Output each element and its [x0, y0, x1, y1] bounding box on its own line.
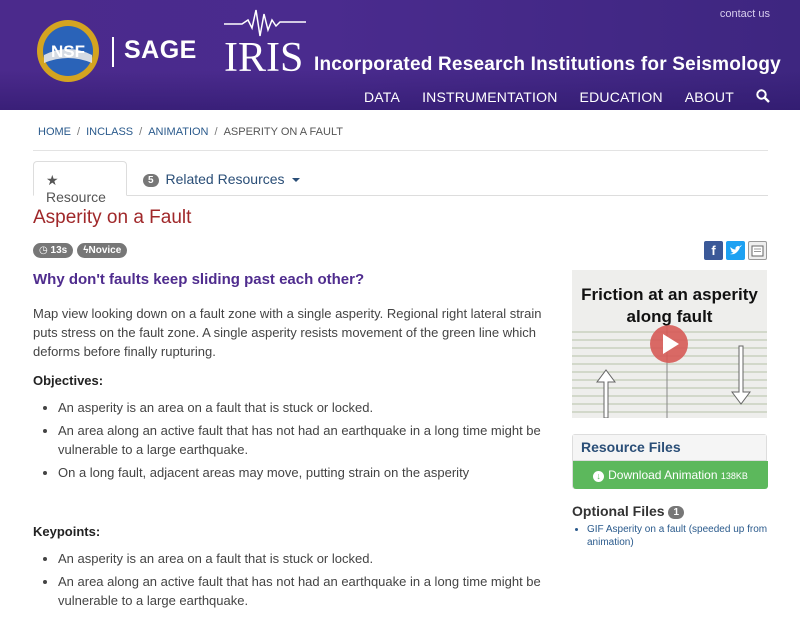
- download-label: Download Animation: [608, 468, 718, 482]
- description-text: Map view looking down on a fault zone wi…: [33, 306, 542, 359]
- optional-file-link[interactable]: GIF Asperity on a fault (speeded up from…: [587, 523, 772, 549]
- page-title: Asperity on a Fault: [33, 207, 192, 228]
- svg-text:NSF: NSF: [51, 42, 85, 61]
- resource-tabs: ★ Resource 5 Related Resources: [33, 161, 768, 205]
- keypoints-heading: Keypoints:: [33, 524, 101, 539]
- list-item: On a long fault, adjacent areas may move…: [58, 463, 553, 482]
- duration-text: 13s: [50, 245, 68, 256]
- lead-question: Why don't faults keep sliding past each …: [33, 271, 365, 288]
- tab-resource[interactable]: ★ Resource: [33, 161, 127, 205]
- search-icon[interactable]: [756, 89, 770, 103]
- site-header: NSF SAGE IRIS Incorporated Research Inst…: [0, 0, 800, 110]
- optional-count-badge: 1: [668, 506, 685, 519]
- resource-files-panel: Resource Files ↓ Download Animation 138KB: [572, 434, 768, 489]
- nav-about[interactable]: ABOUT: [685, 89, 734, 105]
- tab-related-resources[interactable]: 5 Related Resources: [131, 161, 312, 196]
- keypoints-list: An asperity is an area on a fault that i…: [58, 549, 553, 610]
- duration-badge: ◷ 13s: [33, 243, 74, 258]
- facebook-icon[interactable]: f: [704, 241, 723, 260]
- related-count-badge: 5: [143, 174, 159, 187]
- contact-link[interactable]: contact us: [720, 8, 770, 20]
- share-buttons: f: [704, 241, 767, 260]
- tab-resource-label: Resource: [46, 189, 106, 205]
- nav-education[interactable]: EDUCATION: [580, 89, 663, 105]
- iris-logo[interactable]: IRIS: [222, 8, 308, 76]
- resource-files-heading: Resource Files: [573, 435, 766, 461]
- breadcrumb-divider: [33, 150, 768, 151]
- sage-logo[interactable]: SAGE: [124, 36, 197, 65]
- download-icon: ↓: [593, 471, 605, 482]
- clock-icon: ◷: [39, 245, 51, 256]
- nav-data[interactable]: DATA: [364, 89, 400, 105]
- twitter-icon[interactable]: [726, 241, 745, 260]
- optional-files: Optional Files 1 GIF Asperity on a fault…: [572, 503, 772, 549]
- download-size: 138KB: [720, 471, 748, 481]
- objectives-list: An asperity is an area on a fault that i…: [58, 398, 553, 482]
- nsf-logo[interactable]: NSF: [36, 19, 100, 83]
- iris-wordmark: IRIS: [224, 35, 303, 76]
- list-item: An asperity is an area on a fault that i…: [58, 398, 553, 417]
- list-item: An asperity is an area on a fault that i…: [58, 549, 553, 568]
- list-item: An area along an active fault that has n…: [58, 572, 553, 610]
- download-animation-button[interactable]: ↓ Download Animation 138KB: [573, 461, 768, 489]
- logo-divider: [112, 37, 114, 67]
- objectives-heading: Objectives:: [33, 373, 104, 388]
- breadcrumb-home[interactable]: HOME: [38, 126, 71, 138]
- level-text: Novice: [88, 245, 122, 256]
- animation-thumbnail[interactable]: Friction at an asperity along fault: [572, 270, 767, 418]
- list-item: An area along an active fault that has n…: [58, 421, 553, 459]
- breadcrumb: HOME / INCLASS / ANIMATION / ASPERITY ON A FAU…: [38, 126, 343, 138]
- org-name: Incorporated Research Institutions for S…: [314, 54, 781, 75]
- tab-related-label: Related Resources: [165, 171, 285, 187]
- caret-down-icon: [292, 178, 301, 182]
- breadcrumb-animation[interactable]: ANIMATION: [148, 126, 208, 138]
- thumbnail-title: Friction at an asperity along fault: [581, 285, 758, 326]
- resource-description: Map view looking down on a fault zone wi…: [33, 304, 553, 620]
- optional-files-list: GIF Asperity on a fault (speeded up from…: [587, 523, 772, 549]
- main-nav: DATA INSTRUMENTATION EDUCATION ABOUT: [342, 89, 770, 105]
- nav-instrumentation[interactable]: INSTRUMENTATION: [422, 89, 557, 105]
- resource-labels: ◷ 13s ϟNovice: [33, 243, 128, 258]
- star-icon: ★: [46, 172, 59, 188]
- optional-files-heading: Optional Files: [572, 503, 665, 519]
- breadcrumb-current: ASPERITY ON A FAULT: [223, 126, 343, 138]
- level-badge: ϟNovice: [77, 243, 128, 258]
- breadcrumb-inclass[interactable]: INCLASS: [86, 126, 133, 138]
- email-share-icon[interactable]: [748, 241, 767, 260]
